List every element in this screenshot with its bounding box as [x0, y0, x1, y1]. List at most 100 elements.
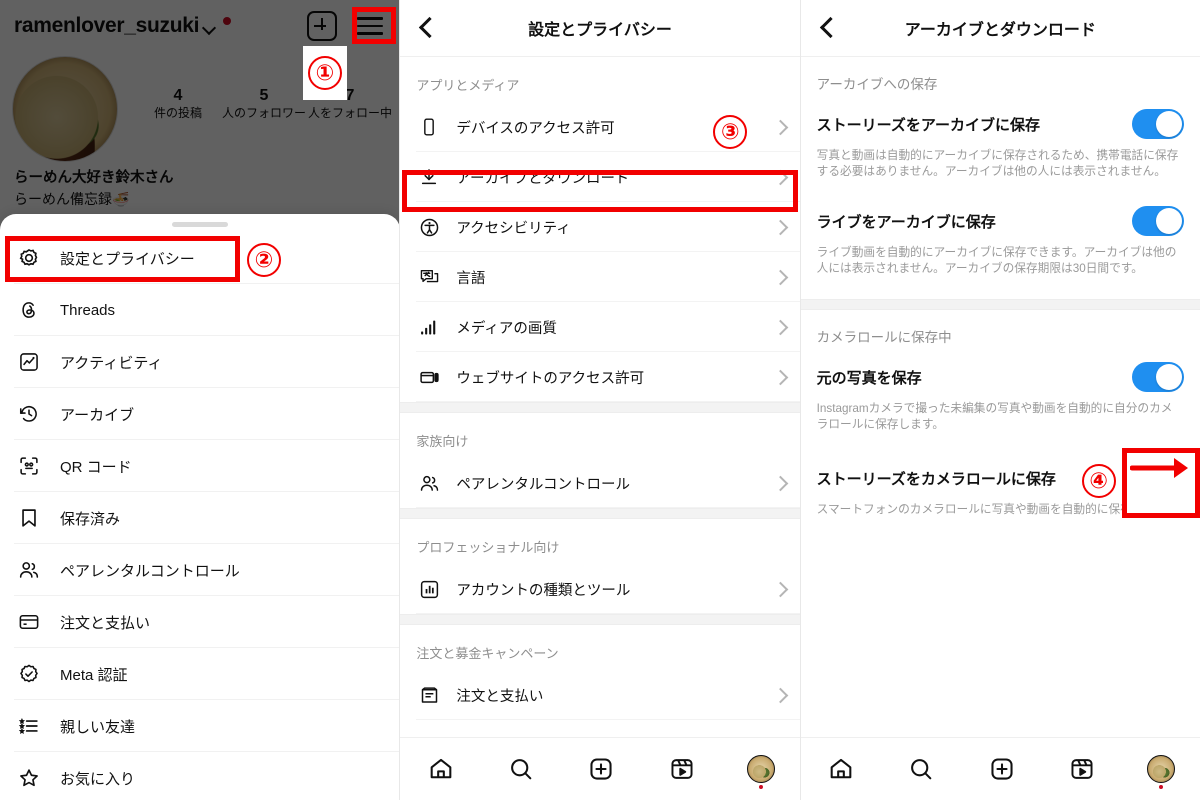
- chevron-right-icon: [772, 581, 788, 597]
- settings-row-label: メディアの画質: [456, 320, 557, 337]
- section-divider: [400, 402, 800, 413]
- menu-item-label: 注文と支払い: [60, 614, 151, 632]
- signal-bars-icon: [416, 317, 442, 338]
- chevron-right-icon: [772, 269, 788, 285]
- profile-actions: [307, 11, 383, 41]
- settings-row-archive-download[interactable]: アーカイブとダウンロード: [400, 152, 800, 202]
- settings-row-language[interactable]: 言語: [400, 252, 800, 302]
- menu-item-favorites[interactable]: お気に入り: [0, 752, 399, 800]
- toggle-label: ライブをアーカイブに保存: [816, 213, 996, 231]
- bookmark-icon: [14, 503, 44, 533]
- chevron-right-icon: [772, 219, 788, 235]
- group-header: カメラロールに保存中: [816, 330, 952, 345]
- toggle-switch-save-live-archive[interactable]: [1131, 206, 1184, 236]
- menu-item-archive[interactable]: アーカイブ: [0, 388, 400, 440]
- receipt-icon: [416, 685, 442, 706]
- settings-row-account-type-tools[interactable]: アカウントの種類とツール: [400, 564, 800, 614]
- panel-profile-with-menu-sheet: ramenlover_suzuki 4 件の投稿 5 人のフォロワー 7 人をフ…: [0, 0, 400, 800]
- section-divider: [400, 508, 800, 519]
- verified-badge-icon: [14, 659, 44, 689]
- settings-row-accessibility[interactable]: アクセシビリティ: [400, 202, 800, 252]
- toggle-description: スマートフォンのカメラロールに写真や動画を自動的に保存します。: [816, 503, 1178, 516]
- settings-row-label: ペアレンタルコントロール: [456, 476, 631, 493]
- annotation-number-1: ①: [308, 56, 342, 90]
- search-icon[interactable]: [506, 754, 536, 784]
- plus-box-icon[interactable]: [307, 11, 337, 41]
- create-plus-icon[interactable]: [987, 754, 1017, 784]
- gear-icon: [14, 243, 44, 273]
- browser-icon: [416, 367, 442, 388]
- settings-row-orders-payments[interactable]: 注文と支払い: [400, 670, 800, 720]
- chevron-right-icon: [772, 369, 788, 385]
- menu-item-close-friends[interactable]: 親しい友達: [0, 700, 400, 752]
- bottom-tab-bar: [800, 737, 1200, 800]
- bar-chart-icon: [416, 579, 442, 600]
- toggle-label: 元の写真を保存: [816, 369, 922, 387]
- settings-row-label: アクセシビリティ: [456, 220, 571, 237]
- menu-item-parental-controls[interactable]: ペアレンタルコントロール: [0, 544, 400, 596]
- chevron-left-icon[interactable]: [414, 16, 438, 40]
- chevron-right-icon: [772, 687, 788, 703]
- stat-followers-number: 5: [259, 87, 269, 104]
- create-plus-icon[interactable]: [586, 754, 616, 784]
- reels-icon[interactable]: [1067, 754, 1097, 784]
- red-dot-icon: [223, 17, 232, 25]
- toggle-label: ストーリーズをアーカイブに保存: [816, 116, 1041, 134]
- annotation-number-2: ②: [247, 243, 281, 277]
- settings-row-parental-controls[interactable]: ペアレンタルコントロール: [400, 458, 800, 508]
- settings-row-website-permissions[interactable]: ウェブサイトのアクセス許可: [400, 352, 800, 402]
- section-header: 注文と募金キャンペーン: [416, 646, 559, 661]
- panel-archive-download: アーカイブとダウンロード アーカイブへの保存 ストーリーズをアーカイブに保存 写…: [799, 0, 1200, 800]
- toggle-description: 写真と動画は自動的にアーカイブに保存されるため、携帯電話に保存する必要はありませ…: [816, 149, 1179, 178]
- menu-item-label: 保存済み: [60, 510, 121, 528]
- annotation-marker-2: ②: [242, 238, 286, 282]
- profile-top-bar: ramenlover_suzuki: [0, 6, 399, 46]
- toggle-switch-save-stories-archive[interactable]: [1131, 109, 1184, 139]
- home-icon[interactable]: [826, 754, 856, 784]
- settings-row-media-quality[interactable]: メディアの画質: [400, 302, 800, 352]
- settings-row-label: アーカイブとダウンロード: [456, 170, 630, 187]
- sheet-grabber-handle[interactable]: [172, 222, 228, 227]
- menu-item-activity[interactable]: アクティビティ: [0, 336, 400, 388]
- section-divider: [400, 614, 800, 625]
- phone-icon: [416, 117, 442, 137]
- search-icon[interactable]: [906, 754, 936, 784]
- chevron-right-icon: [772, 319, 788, 335]
- settings-row-label: 注文と支払い: [456, 688, 544, 705]
- menu-item-label: アーカイブ: [60, 406, 135, 424]
- menu-item-orders-payments[interactable]: 注文と支払い: [0, 596, 400, 648]
- chevron-left-icon[interactable]: [815, 16, 839, 40]
- profile-username[interactable]: ramenlover_suzuki: [14, 14, 199, 38]
- profile-avatar-icon[interactable]: [1147, 755, 1176, 789]
- stat-posts-number: 4: [173, 87, 183, 104]
- archive-nav-bar: アーカイブとダウンロード: [800, 0, 1200, 57]
- qr-code-icon: [14, 451, 44, 481]
- menu-item-label: Threads: [60, 301, 116, 319]
- annotation-marker-3: ③: [708, 110, 752, 154]
- profile-stats: 4 件の投稿 5 人のフォロワー 7 人をフォロー中: [135, 86, 393, 122]
- toggle-label: ストーリーズをカメラロールに保存: [816, 470, 1056, 488]
- chevron-right-icon: [772, 475, 788, 491]
- chevron-right-icon: [772, 119, 788, 135]
- chevron-down-icon[interactable]: [203, 22, 216, 35]
- home-icon[interactable]: [426, 754, 456, 784]
- page-title: 設定とプライバシー: [528, 22, 672, 39]
- star-icon: [14, 763, 44, 793]
- menu-item-saved[interactable]: 保存済み: [0, 492, 400, 544]
- stat-posts[interactable]: 4 件の投稿: [135, 86, 221, 122]
- profile-avatar-icon[interactable]: [747, 755, 776, 789]
- menu-item-meta-verified[interactable]: Meta 認証: [0, 648, 400, 700]
- menu-item-settings-privacy[interactable]: 設定とプライバシー: [0, 232, 400, 284]
- reels-icon[interactable]: [667, 754, 697, 784]
- menu-item-threads[interactable]: Threads: [0, 284, 400, 336]
- section-header: アプリとメディア: [416, 78, 520, 93]
- hamburger-menu-icon[interactable]: [357, 16, 383, 36]
- menu-item-label: Meta 認証: [60, 666, 128, 684]
- settings-nav-bar: 設定とプライバシー: [400, 0, 800, 57]
- download-icon: [416, 167, 442, 187]
- profile-avatar-ramen[interactable]: [12, 56, 118, 162]
- stat-followers[interactable]: 5 人のフォロワー: [221, 86, 307, 122]
- toggle-row-save-original-photos: 元の写真を保存: [801, 346, 1200, 392]
- menu-item-qr-code[interactable]: QR コード: [0, 440, 400, 492]
- toggle-switch-save-original-photos[interactable]: [1131, 362, 1184, 392]
